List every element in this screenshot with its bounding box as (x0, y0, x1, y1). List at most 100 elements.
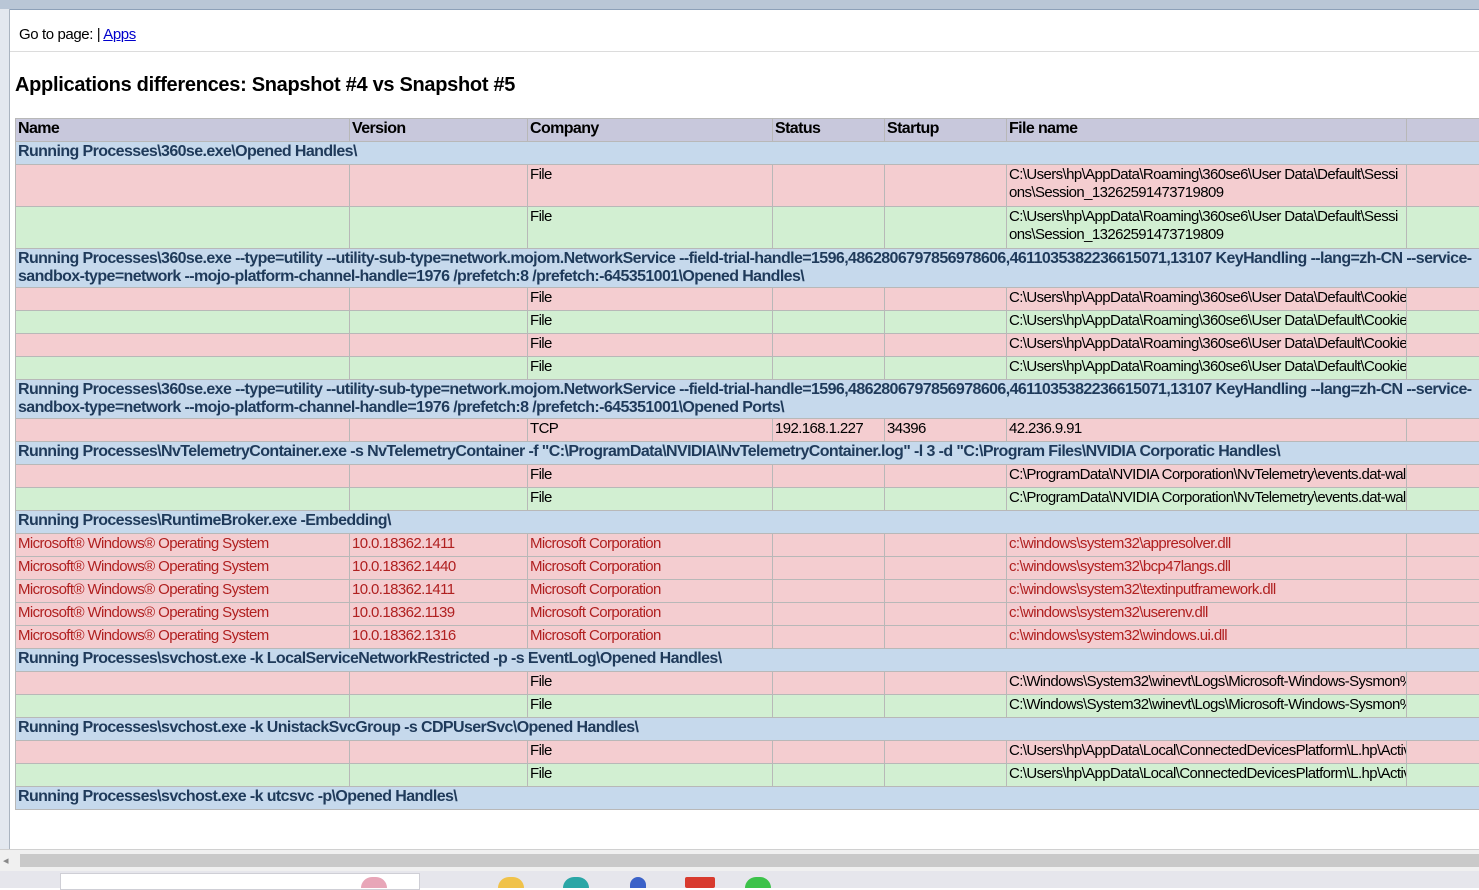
cell-date: 202 (1407, 288, 1479, 311)
removed-row[interactable]: FileC:\Users\hp\AppData\Roaming\360se6\U… (16, 288, 1479, 311)
cell-file-name: C:\Users\hp\AppData\Roaming\360se6\User … (1007, 334, 1407, 357)
cell-startup (885, 741, 1007, 764)
cell-version (350, 419, 528, 442)
removed-row[interactable]: FileC:\Windows\System32\winevt\Logs\Micr… (16, 672, 1479, 695)
cell-file-name: C:\Users\hp\AppData\Roaming\360se6\User … (1007, 165, 1407, 207)
cell-status (773, 334, 885, 357)
cell-version (350, 311, 528, 334)
cell-version (350, 741, 528, 764)
cell-status (773, 580, 885, 603)
window-top-frame (0, 0, 1479, 10)
module-row[interactable]: Microsoft® Windows® Operating System10.0… (16, 534, 1479, 557)
removed-row[interactable]: TCP192.168.1.2273439642.236.9.91 (16, 419, 1479, 442)
cell-status (773, 557, 885, 580)
cell-file-name: C:\Users\hp\AppData\Roaming\360se6\User … (1007, 311, 1407, 334)
cell-version: 10.0.18362.1440 (350, 557, 528, 580)
cell-startup (885, 557, 1007, 580)
table-header-row: Name Version Company Status Startup File… (16, 119, 1479, 142)
cell-company: Microsoft Corporation (528, 580, 773, 603)
module-row[interactable]: Microsoft® Windows® Operating System10.0… (16, 557, 1479, 580)
app-icon-pink[interactable] (361, 877, 387, 888)
cell-startup (885, 488, 1007, 511)
cell-name (16, 357, 350, 380)
scroll-left-icon[interactable]: ◂ (3, 854, 9, 867)
cell-date: 202 (1407, 764, 1479, 787)
column-header-company[interactable]: Company (528, 119, 773, 142)
column-header-file-name[interactable]: File name (1007, 119, 1407, 142)
group-path: Running Processes\360se.exe\Opened Handl… (16, 142, 1479, 165)
cell-name: Microsoft® Windows® Operating System (16, 557, 350, 580)
cell-status: 192.168.1.227 (773, 419, 885, 442)
module-row[interactable]: Microsoft® Windows® Operating System10.0… (16, 580, 1479, 603)
cell-company: File (528, 672, 773, 695)
page-navigation: Go to page: | Apps (19, 26, 136, 43)
group-header-row[interactable]: Running Processes\svchost.exe -k utcsvc … (16, 787, 1479, 810)
cell-company: Microsoft Corporation (528, 557, 773, 580)
horizontal-scrollbar[interactable]: ◂ (0, 849, 1479, 872)
cell-file-name: C:\Users\hp\AppData\Local\ConnectedDevic… (1007, 764, 1407, 787)
column-header-startup[interactable]: Startup (885, 119, 1007, 142)
group-path: Running Processes\RuntimeBroker.exe -Emb… (16, 511, 1479, 534)
cell-startup (885, 603, 1007, 626)
added-row[interactable]: FileC:\Users\hp\AppData\Local\ConnectedD… (16, 764, 1479, 787)
cell-file-name: C:\Users\hp\AppData\Roaming\360se6\User … (1007, 357, 1407, 380)
group-header-row[interactable]: Running Processes\360se.exe --type=utili… (16, 380, 1479, 419)
added-row[interactable]: FileC:\Users\hp\AppData\Roaming\360se6\U… (16, 357, 1479, 380)
cell-date: 202 (1407, 465, 1479, 488)
cell-file-name: C:\Users\hp\AppData\Local\ConnectedDevic… (1007, 741, 1407, 764)
cell-name: Microsoft® Windows® Operating System (16, 534, 350, 557)
cell-status (773, 465, 885, 488)
group-header-row[interactable]: Running Processes\RuntimeBroker.exe -Emb… (16, 511, 1479, 534)
cell-company: File (528, 334, 773, 357)
removed-row[interactable]: FileC:\ProgramData\NVIDIA Corporation\Nv… (16, 465, 1479, 488)
app-icon-green[interactable] (745, 877, 771, 888)
cell-file-name: c:\windows\system32\bcp47langs.dll (1007, 557, 1407, 580)
group-path: Running Processes\360se.exe --type=utili… (16, 380, 1479, 419)
cell-date: 202 (1407, 672, 1479, 695)
group-header-row[interactable]: Running Processes\360se.exe --type=utili… (16, 249, 1479, 288)
cell-status (773, 626, 885, 649)
cell-startup (885, 580, 1007, 603)
column-header-status[interactable]: Status (773, 119, 885, 142)
added-row[interactable]: FileC:\Windows\System32\winevt\Logs\Micr… (16, 695, 1479, 718)
group-header-row[interactable]: Running Processes\svchost.exe -k LocalSe… (16, 649, 1479, 672)
group-header-row[interactable]: Running Processes\NvTelemetryContainer.e… (16, 442, 1479, 465)
apps-link[interactable]: Apps (103, 26, 136, 43)
column-header-name[interactable]: Name (16, 119, 350, 142)
cell-startup (885, 165, 1007, 207)
column-header-date[interactable] (1407, 119, 1479, 142)
column-header-version[interactable]: Version (350, 119, 528, 142)
cell-name (16, 695, 350, 718)
cell-version (350, 334, 528, 357)
cell-version (350, 465, 528, 488)
cell-name (16, 419, 350, 442)
module-row[interactable]: Microsoft® Windows® Operating System10.0… (16, 603, 1479, 626)
group-header-row[interactable]: Running Processes\svchost.exe -k Unistac… (16, 718, 1479, 741)
cell-date: 202 (1407, 357, 1479, 380)
cell-status (773, 357, 885, 380)
cell-file-name: c:\windows\system32\appresolver.dll (1007, 534, 1407, 557)
cell-startup (885, 207, 1007, 249)
cell-version: 10.0.18362.1139 (350, 603, 528, 626)
cell-startup (885, 357, 1007, 380)
added-row[interactable]: FileC:\ProgramData\NVIDIA Corporation\Nv… (16, 488, 1479, 511)
cell-company: File (528, 488, 773, 511)
added-row[interactable]: FileC:\Users\hp\AppData\Roaming\360se6\U… (16, 207, 1479, 249)
folder-icon[interactable] (498, 877, 524, 888)
cell-status (773, 488, 885, 511)
cell-date: 202 (1407, 741, 1479, 764)
group-header-row[interactable]: Running Processes\360se.exe\Opened Handl… (16, 142, 1479, 165)
office-icon-red[interactable] (685, 877, 715, 888)
cell-company: Microsoft Corporation (528, 534, 773, 557)
cell-date: 202 (1407, 603, 1479, 626)
cell-date: 202 (1407, 626, 1479, 649)
removed-row[interactable]: FileC:\Users\hp\AppData\Roaming\360se6\U… (16, 165, 1479, 207)
cell-name (16, 488, 350, 511)
added-row[interactable]: FileC:\Users\hp\AppData\Roaming\360se6\U… (16, 311, 1479, 334)
pin-icon-blue[interactable] (630, 877, 646, 888)
removed-row[interactable]: FileC:\Users\hp\AppData\Local\ConnectedD… (16, 741, 1479, 764)
browser-icon-teal[interactable] (563, 877, 589, 888)
scrollbar-thumb[interactable] (20, 854, 1479, 867)
removed-row[interactable]: File C:\Users\hp\AppData\Roaming\360se6\U… (16, 334, 1479, 357)
module-row[interactable]: Microsoft® Windows® Operating System10.0… (16, 626, 1479, 649)
